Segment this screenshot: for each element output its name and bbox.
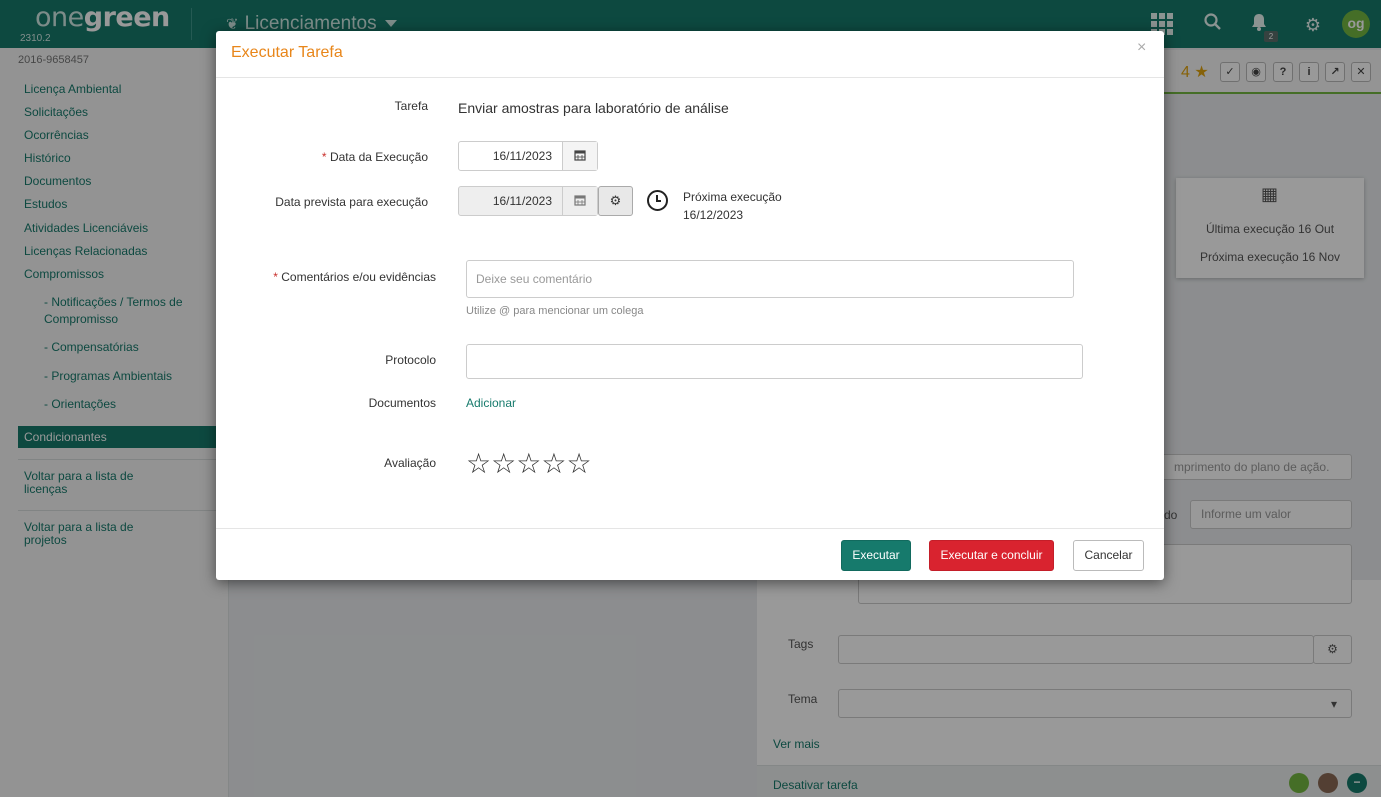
protocolo-textarea[interactable] (466, 344, 1083, 379)
data-prevista-label: Data prevista para execução (275, 195, 428, 209)
required-marker: * (321, 150, 330, 164)
comentarios-input[interactable]: Deixe seu comentário (466, 260, 1074, 298)
star-outline-icon[interactable]: ☆ (541, 449, 566, 479)
modal-header: Executar Tarefa × (216, 31, 1164, 78)
rating-stars: ☆☆☆☆☆ (466, 449, 592, 479)
data-execucao-field[interactable]: 16/11/2023 (458, 141, 598, 171)
data-execucao-label: * Data da Execução (216, 150, 428, 164)
calendar-icon[interactable] (562, 142, 597, 170)
executar-concluir-button[interactable]: Executar e concluir (929, 540, 1054, 571)
data-prevista-input: 16/11/2023 (492, 194, 552, 208)
clock-icon (647, 190, 668, 211)
proxima-execucao-value: 16/12/2023 (683, 208, 744, 222)
comentarios-label-text: Comentários e/ou evidências (281, 270, 436, 284)
close-icon[interactable]: × (1137, 39, 1146, 57)
calendar-svg (574, 150, 586, 161)
star-outline-icon[interactable]: ☆ (516, 449, 541, 479)
tarefa-label: Tarefa (394, 99, 428, 113)
gears-icon: ⚙ (609, 193, 622, 208)
avaliacao-label: Avaliação (384, 456, 436, 470)
executar-button[interactable]: Executar (841, 540, 911, 571)
recurrence-settings-button[interactable]: ⚙ (598, 186, 633, 216)
data-execucao-input[interactable]: 16/11/2023 (459, 142, 562, 170)
star-outline-icon[interactable]: ☆ (466, 449, 491, 479)
tarefa-value: Enviar amostras para laboratório de anál… (458, 100, 729, 116)
star-outline-icon[interactable]: ☆ (566, 449, 591, 479)
comentarios-help: Utilize @ para mencionar um colega (466, 305, 644, 317)
data-prevista-field: 16/11/2023 (458, 186, 598, 216)
protocolo-label: Protocolo (385, 353, 436, 367)
comentarios-label: * Comentários e/ou evidências (216, 270, 436, 284)
data-execucao-label-text: Data da Execução (329, 150, 428, 164)
proxima-execucao: Próxima execução 16/12/2023 (683, 188, 782, 224)
cancelar-button[interactable]: Cancelar (1073, 540, 1144, 571)
star-outline-icon[interactable]: ☆ (491, 449, 516, 479)
calendar-svg (574, 195, 586, 206)
proxima-execucao-label: Próxima execução (683, 190, 782, 204)
adicionar-documento-link[interactable]: Adicionar (466, 396, 516, 410)
documentos-label: Documentos (368, 396, 436, 410)
calendar-icon (562, 187, 597, 215)
modal-footer: Executar Executar e concluir Cancelar (216, 528, 1164, 580)
executar-tarefa-modal: Executar Tarefa × Tarefa Enviar amostras… (216, 31, 1164, 580)
modal-title: Executar Tarefa (231, 44, 343, 61)
